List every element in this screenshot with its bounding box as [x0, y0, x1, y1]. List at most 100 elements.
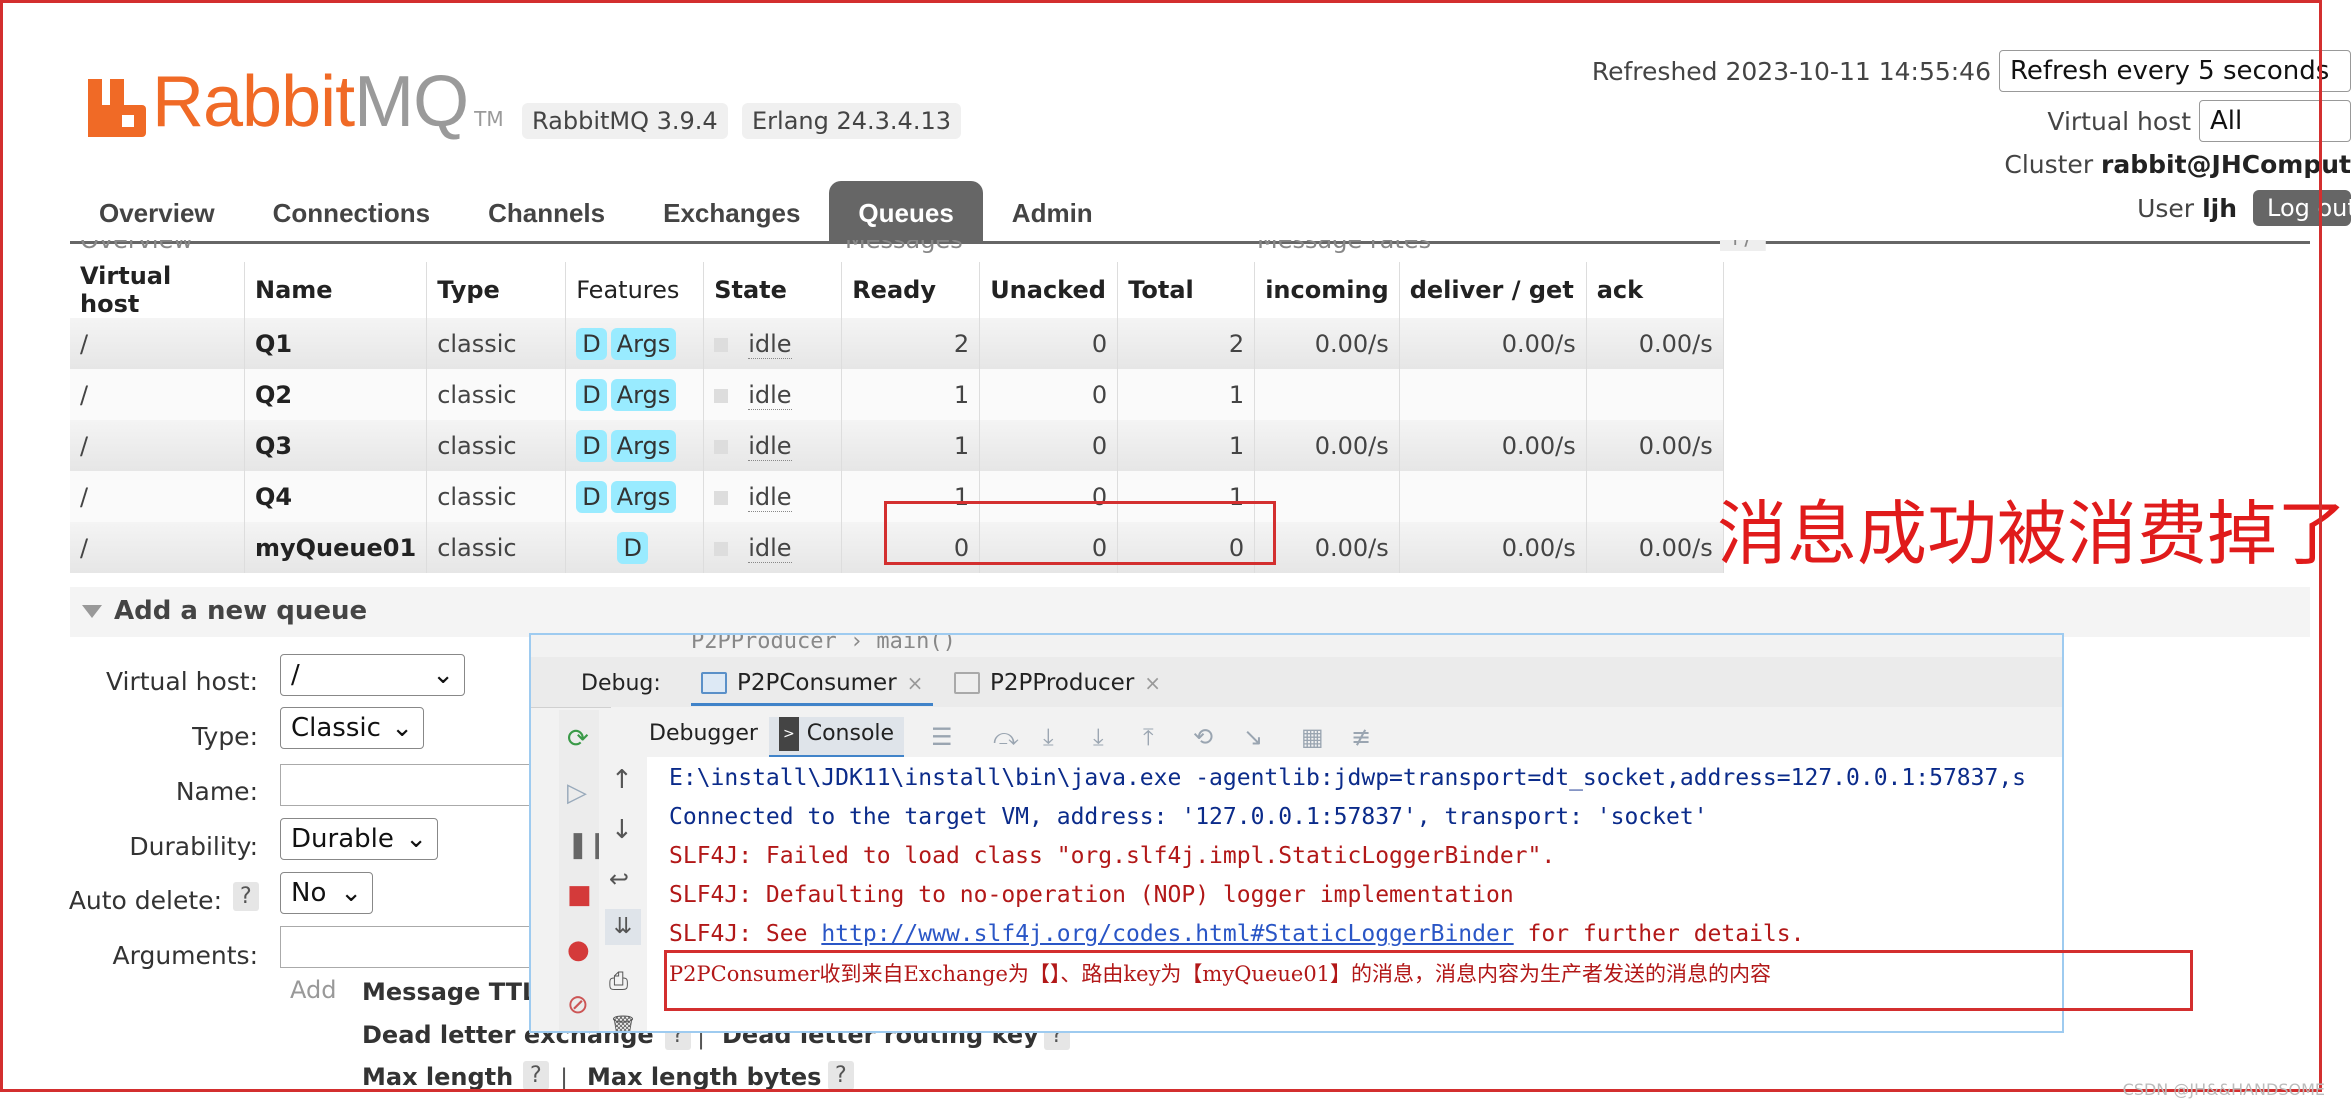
col-name[interactable]: Name: [244, 262, 428, 318]
menu-lines-icon[interactable]: ☰: [931, 723, 953, 751]
mute-breakpoints-icon[interactable]: ⊘: [567, 990, 589, 1020]
autodelete-help-button[interactable]: ?: [233, 882, 259, 911]
evaluate-expression-icon[interactable]: ▦: [1301, 723, 1324, 751]
column-toggle-button[interactable]: +/-: [1720, 240, 1766, 251]
type-field-select[interactable]: Classic ⌄: [280, 707, 424, 749]
name-input[interactable]: [280, 764, 530, 806]
tab-connections[interactable]: Connections: [244, 181, 459, 241]
print-icon[interactable]: ⎙: [609, 967, 628, 995]
cell-deliver: 0.00/s: [1399, 522, 1587, 573]
tab-p2pproducer[interactable]: P2PProducer ×: [944, 663, 1171, 703]
cell-total: 1: [1117, 420, 1256, 471]
stop-icon[interactable]: ■: [567, 880, 592, 910]
cell-type: classic: [426, 318, 567, 369]
tab-channels[interactable]: Channels: [459, 181, 634, 241]
run-to-cursor-icon[interactable]: ↘: [1243, 723, 1263, 751]
logout-button[interactable]: Log out: [2253, 190, 2351, 226]
force-step-into-icon[interactable]: ⤓: [1093, 723, 1104, 751]
col-incoming[interactable]: incoming: [1254, 262, 1400, 318]
step-into-icon[interactable]: ⤓: [1043, 723, 1054, 751]
main-nav-tabs: Overview Connections Channels Exchanges …: [70, 181, 1122, 241]
step-over-icon[interactable]: ⤼: [993, 723, 1019, 751]
col-features[interactable]: Features: [565, 262, 705, 318]
subtab-debugger[interactable]: Debugger: [639, 717, 768, 755]
durability-field-label: Durability:: [129, 832, 258, 861]
close-icon[interactable]: ×: [1144, 671, 1161, 695]
tab-overview[interactable]: Overview: [70, 181, 244, 241]
view-breakpoints-icon[interactable]: ●: [567, 935, 590, 965]
table-row[interactable]: / Q2 classic D Args idle 1 0 1: [70, 369, 1724, 420]
arg-option-message-ttl[interactable]: Message TTL: [362, 978, 537, 1006]
cell-ready: 1: [841, 420, 981, 471]
type-field-value: Classic: [291, 713, 381, 743]
queue-name-link[interactable]: Q1: [244, 318, 428, 369]
name-field-label: Name:: [175, 777, 258, 806]
cell-ready: 2: [841, 318, 981, 369]
col-virtual-host[interactable]: Virtual host: [70, 262, 245, 318]
refresh-interval-select[interactable]: Refresh every 5 seconds: [1999, 50, 2351, 92]
queue-name-link[interactable]: Q2: [244, 369, 428, 420]
arg-option-max-length[interactable]: Max length: [362, 1063, 513, 1091]
col-ack[interactable]: ack: [1586, 262, 1724, 318]
vhost-field-select[interactable]: / ⌄: [280, 654, 465, 696]
arg-option-max-length-bytes[interactable]: Max length bytes: [587, 1063, 821, 1091]
trace-icon[interactable]: ≢: [1351, 723, 1371, 751]
resume-icon[interactable]: ▷: [567, 778, 587, 808]
max-length-bytes-help-button[interactable]: ?: [828, 1061, 854, 1090]
arguments-field-label: Arguments:: [112, 941, 258, 970]
col-ready[interactable]: Ready: [841, 262, 981, 318]
col-deliver-get[interactable]: deliver / get: [1399, 262, 1587, 318]
version-badge: RabbitMQ 3.9.4: [522, 103, 728, 139]
autodelete-select[interactable]: No ⌄: [280, 872, 373, 914]
vhost-select[interactable]: All: [2199, 100, 2351, 142]
subtab-console-label: Console: [806, 721, 895, 746]
drop-frame-icon[interactable]: ⟲: [1193, 723, 1213, 751]
max-length-help-button[interactable]: ?: [523, 1061, 549, 1090]
step-out-icon[interactable]: ⤒: [1143, 723, 1154, 751]
feature-durable-badge: D: [576, 429, 607, 462]
logo-word-mq: MQ: [354, 62, 469, 142]
cell-unacked: 0: [979, 369, 1119, 420]
console-line: E:\install\JDK11\install\bin\java.exe -a…: [669, 765, 2027, 791]
state-indicator-icon: [714, 337, 729, 352]
cell-features: D Args: [565, 369, 705, 420]
cell-vhost: /: [70, 318, 245, 369]
state-indicator-icon: [714, 388, 729, 403]
durability-select[interactable]: Durable ⌄: [280, 818, 438, 860]
up-arrow-icon[interactable]: ↑: [611, 765, 633, 795]
queue-name-link[interactable]: Q4: [244, 471, 428, 522]
col-state[interactable]: State: [703, 262, 843, 318]
cell-ack: [1586, 369, 1724, 420]
add-queue-section-header[interactable]: [70, 587, 2310, 637]
close-icon[interactable]: ×: [907, 671, 924, 695]
vhost-selector-row: Virtual host All: [2047, 100, 2351, 142]
cell-vhost: /: [70, 369, 245, 420]
col-total[interactable]: Total: [1117, 262, 1256, 318]
clear-all-icon[interactable]: 🗑: [609, 1015, 637, 1031]
rerun-icon[interactable]: ⟳: [567, 724, 589, 754]
tab-queues[interactable]: Queues: [829, 181, 983, 241]
col-unacked[interactable]: Unacked: [979, 262, 1119, 318]
tab-exchanges[interactable]: Exchanges: [634, 181, 829, 241]
tab-admin[interactable]: Admin: [983, 181, 1122, 241]
col-type[interactable]: Type: [426, 262, 567, 318]
slf4j-link[interactable]: http://www.slf4j.org/codes.html#StaticLo…: [821, 921, 1513, 947]
annotation-console-highlight-box: [664, 950, 2193, 1011]
queue-name-link[interactable]: Q3: [244, 420, 428, 471]
subtab-console[interactable]: > Console: [769, 717, 905, 758]
chevron-down-icon: ⌄: [432, 660, 454, 690]
down-arrow-icon[interactable]: ↓: [611, 815, 633, 845]
table-row[interactable]: / Q1 classic D Args idle 2 0 2 0.00/s 0.0…: [70, 318, 1724, 369]
scroll-to-end-icon[interactable]: ⇊: [605, 909, 641, 945]
table-row[interactable]: / Q3 classic D Args idle 1 0 1 0.00/s 0.0…: [70, 420, 1724, 471]
erlang-version-badge: Erlang 24.3.4.13: [742, 103, 961, 139]
refresh-row: Refreshed 2023-10-11 14:55:46 Refresh ev…: [1592, 50, 2351, 92]
soft-wrap-icon[interactable]: ↩: [609, 865, 629, 893]
queue-name-link[interactable]: myQueue01: [244, 522, 428, 573]
arguments-input[interactable]: [280, 926, 530, 968]
tab-p2pconsumer[interactable]: P2PConsumer ×: [691, 663, 934, 706]
cell-state: idle: [703, 420, 843, 471]
add-argument-link[interactable]: Add: [290, 976, 336, 1004]
add-queue-title[interactable]: Add a new queue: [82, 596, 367, 626]
cell-type: classic: [426, 369, 567, 420]
